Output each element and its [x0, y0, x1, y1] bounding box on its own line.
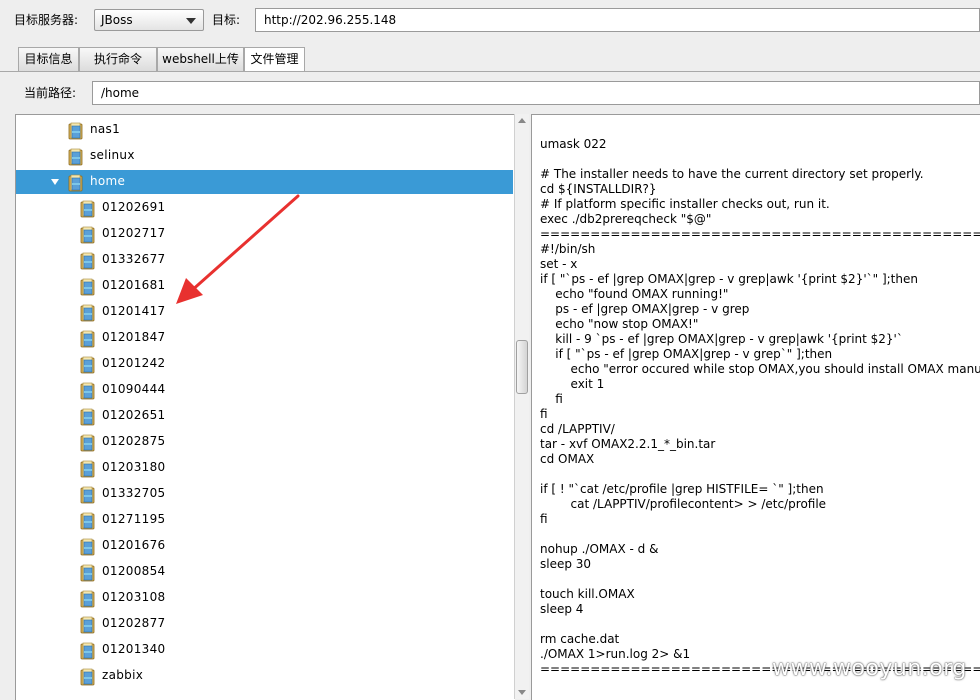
tree-item[interactable]: 01332677	[16, 248, 513, 272]
folder-icon	[80, 486, 96, 504]
folder-icon	[68, 122, 84, 140]
tree-item-label: 01332677	[102, 252, 166, 266]
tree-item-label: 01201676	[102, 538, 166, 552]
target-url-input[interactable]: http://202.96.255.148	[255, 8, 980, 32]
tree-item-label: 01203108	[102, 590, 166, 604]
current-path-value: /home	[101, 86, 140, 100]
tree-item[interactable]: nas1	[16, 118, 513, 142]
tree-item[interactable]: selinux	[16, 144, 513, 168]
tree-item-label: 01202877	[102, 616, 166, 630]
folder-icon	[80, 668, 96, 686]
tree-item[interactable]: 01201340	[16, 638, 513, 662]
folder-icon	[80, 590, 96, 608]
folder-icon	[68, 174, 84, 192]
tree-item[interactable]: 01090444	[16, 378, 513, 402]
tree-item-label: 01201242	[102, 356, 166, 370]
tree-item-label: nas1	[90, 122, 121, 136]
tree-item[interactable]: 01201681	[16, 274, 513, 298]
tree-item[interactable]: 01201242	[16, 352, 513, 376]
tree-item-label: 01332705	[102, 486, 166, 500]
server-select-value: JBoss	[101, 13, 133, 27]
tree-scrollbar[interactable]	[514, 114, 529, 699]
tree-item[interactable]: 01271195	[16, 508, 513, 532]
folder-icon	[80, 382, 96, 400]
folder-icon	[80, 434, 96, 452]
tree-item-label: 01201681	[102, 278, 166, 292]
target-url-value: http://202.96.255.148	[264, 13, 397, 27]
scroll-down-icon[interactable]	[518, 690, 526, 695]
folder-icon	[80, 330, 96, 348]
folder-icon	[80, 304, 96, 322]
file-tree[interactable]: nas1 selinux home 01202691 01202717 01332677 0…	[15, 114, 515, 700]
tree-item[interactable]: 01201847	[16, 326, 513, 350]
tree-item-label: 01202691	[102, 200, 166, 214]
tree-item-label: 01201847	[102, 330, 166, 344]
tree-item-label: 01202875	[102, 434, 166, 448]
folder-icon	[80, 642, 96, 660]
tree-item[interactable]: zabbix	[16, 664, 513, 688]
tree-item[interactable]: 01332705	[16, 482, 513, 506]
tree-item[interactable]: 01203180	[16, 456, 513, 480]
tree-item[interactable]: 01202691	[16, 196, 513, 220]
file-content[interactable]: " umask 022 # The installer needs to hav…	[540, 115, 980, 677]
tree-item-label: 01271195	[102, 512, 166, 526]
folder-icon	[80, 564, 96, 582]
tree-item-label: zabbix	[102, 668, 144, 682]
tree-item-label: 01203180	[102, 460, 166, 474]
target-label: 目标:	[212, 13, 241, 27]
tree-item[interactable]: 01202651	[16, 404, 513, 428]
file-content-panel[interactable]: " umask 022 # The installer needs to hav…	[531, 114, 980, 700]
tab-divider	[0, 71, 980, 72]
tree-item[interactable]: 01200854	[16, 560, 513, 584]
tree-item[interactable]: 01202877	[16, 612, 513, 636]
folder-icon	[68, 148, 84, 166]
folder-icon	[80, 252, 96, 270]
toolbar: 目标服务器: JBoss 目标: http://202.96.255.148	[0, 0, 980, 40]
folder-icon	[80, 226, 96, 244]
tree-item[interactable]: 01202717	[16, 222, 513, 246]
tree-item[interactable]: 01202875	[16, 430, 513, 454]
tree-item[interactable]: 01201417	[16, 300, 513, 324]
tab-target-info[interactable]: 目标信息	[18, 47, 79, 71]
folder-icon	[80, 278, 96, 296]
folder-icon	[80, 538, 96, 556]
server-select[interactable]: JBoss	[94, 9, 204, 31]
scroll-up-icon[interactable]	[518, 118, 526, 123]
tree-item-label: 01090444	[102, 382, 166, 396]
folder-icon	[80, 408, 96, 426]
chevron-down-icon[interactable]	[186, 18, 196, 24]
folder-icon	[80, 460, 96, 478]
tree-item-selected[interactable]: home	[16, 170, 513, 194]
watermark: www.wooyun.org	[772, 656, 967, 681]
folder-icon	[80, 616, 96, 634]
tree-item-label: home	[90, 174, 126, 188]
tab-webshell-upload[interactable]: webshell上传	[157, 47, 244, 71]
triangle-down-icon[interactable]	[51, 179, 59, 185]
tree-item[interactable]: 01203108	[16, 586, 513, 610]
tree-item-label: 01200854	[102, 564, 166, 578]
server-label: 目标服务器:	[14, 13, 79, 27]
folder-icon	[80, 512, 96, 530]
folder-icon	[80, 356, 96, 374]
tree-item-label: 01201340	[102, 642, 166, 656]
current-path-input[interactable]: /home	[92, 81, 980, 105]
current-path-label: 当前路径:	[24, 86, 77, 100]
tree-item-label: 01202651	[102, 408, 166, 422]
tree-item-label: 01201417	[102, 304, 166, 318]
tab-file-manager[interactable]: 文件管理	[244, 47, 305, 72]
tree-item-label: selinux	[90, 148, 135, 162]
tab-exec-command[interactable]: 执行命令	[79, 47, 157, 71]
tree-item-label: 01202717	[102, 226, 166, 240]
folder-icon	[80, 200, 96, 218]
tree-item[interactable]: 01201676	[16, 534, 513, 558]
scrollbar-thumb[interactable]	[516, 340, 528, 394]
